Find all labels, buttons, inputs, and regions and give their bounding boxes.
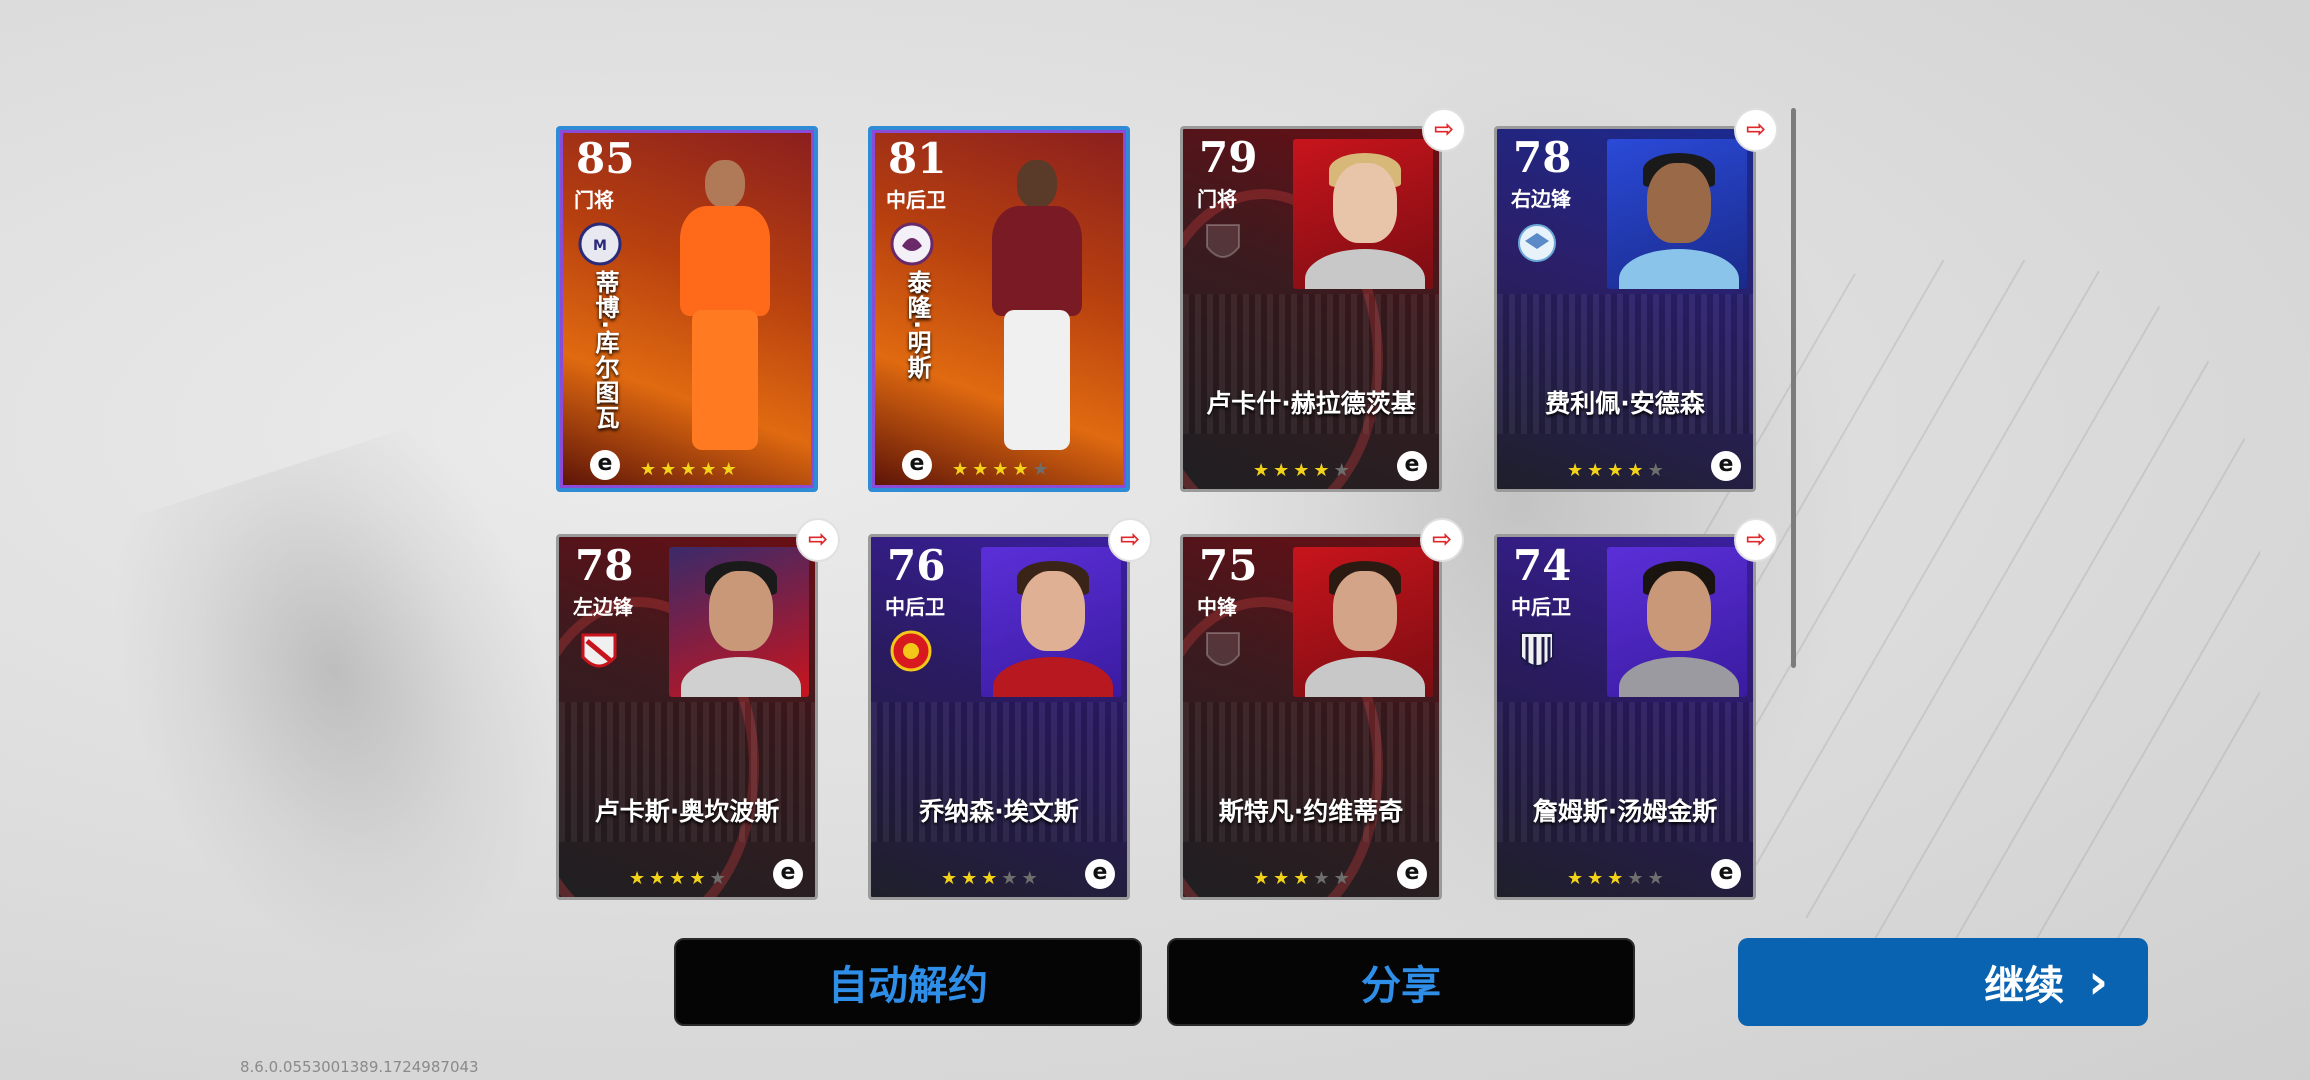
release-contract-icon[interactable]: ⇨ [796, 518, 840, 562]
efootball-logo-icon: e [1397, 451, 1427, 481]
player-rating: 79 [1199, 133, 1258, 182]
player-card-evans[interactable]: 76 中后卫 乔纳森·埃文斯 ★★★★★ e [868, 534, 1130, 900]
player-photo [962, 150, 1112, 480]
efootball-logo-icon: e [902, 450, 932, 480]
player-card-ocampos[interactable]: 78 左边锋 卢卡斯·奥坎波斯 ★★★★★ e [556, 534, 818, 900]
player-name: 詹姆斯·汤姆金斯 [1532, 797, 1718, 826]
player-stars: ★★★★★ [1253, 460, 1354, 481]
player-photo [1293, 547, 1433, 697]
auto-release-label: 自动解约 [828, 963, 988, 1009]
player-card-anderson[interactable]: 78 右边锋 费利佩·安德森 ★★★★★ e [1494, 126, 1756, 492]
player-stars: ★★★★★ [1567, 868, 1668, 889]
player-stars: ★★★★★ [1253, 868, 1354, 889]
club-badge-placeholder-icon [1206, 224, 1240, 258]
player-rating: 74 [1513, 541, 1572, 590]
player-rating: 85 [576, 134, 635, 183]
player-position: 中锋 [1197, 595, 1237, 619]
efootball-logo-icon: e [590, 450, 620, 480]
player-position: 左边锋 [573, 595, 633, 619]
club-badge-icon [1518, 224, 1556, 262]
player-rating: 78 [575, 541, 634, 590]
club-badge-placeholder-icon [1206, 632, 1240, 666]
player-rating: 81 [888, 134, 947, 183]
player-name: 泰隆·明斯 [903, 270, 931, 381]
share-button[interactable]: 分享 [1167, 938, 1635, 1026]
player-stars: ★★★★★ [640, 459, 741, 480]
player-position: 门将 [574, 188, 614, 212]
background-stadium-lines [1700, 260, 2260, 960]
player-stars: ★★★★★ [941, 868, 1042, 889]
player-stars: ★★★★★ [952, 459, 1053, 480]
club-badge-icon [890, 630, 932, 672]
player-photo [669, 547, 809, 697]
efootball-logo-icon: e [1085, 859, 1115, 889]
version-text: 8.6.0.0553001389.1724987043 [240, 1058, 479, 1076]
player-stars: ★★★★★ [1567, 460, 1668, 481]
release-contract-icon[interactable]: ⇨ [1734, 518, 1778, 562]
club-badge-icon [1520, 632, 1554, 669]
player-rating: 75 [1199, 541, 1258, 590]
release-contract-icon[interactable]: ⇨ [1422, 108, 1466, 152]
player-card-courtois[interactable]: 85 门将 M 蒂博·库尔图瓦 e ★★★★★ [556, 126, 818, 492]
player-card-jovetic[interactable]: 75 中锋 斯特凡·约维蒂奇 ★★★★★ e [1180, 534, 1442, 900]
player-photo [1607, 547, 1747, 697]
player-position: 右边锋 [1511, 187, 1571, 211]
share-label: 分享 [1361, 963, 1441, 1009]
player-stars: ★★★★★ [629, 868, 730, 889]
player-name: 乔纳森·埃文斯 [919, 797, 1079, 826]
player-photo [981, 547, 1121, 697]
player-name: 斯特凡·约维蒂奇 [1218, 797, 1404, 826]
player-position: 中后卫 [885, 595, 945, 619]
player-name: 卢卡斯·奥坎波斯 [594, 797, 780, 826]
svg-text:M: M [593, 238, 607, 254]
release-contract-icon[interactable]: ⇨ [1420, 518, 1464, 562]
player-name: 费利佩·安德森 [1545, 389, 1705, 418]
club-badge-icon [890, 222, 934, 266]
player-photo [650, 150, 800, 480]
club-badge-icon: M [578, 222, 622, 266]
auto-release-button[interactable]: 自动解约 [674, 938, 1142, 1026]
efootball-logo-icon: e [1711, 451, 1741, 481]
release-contract-icon[interactable]: ⇨ [1734, 108, 1778, 152]
player-position: 中后卫 [1511, 595, 1571, 619]
player-card-tomkins[interactable]: 74 中后卫 詹姆斯·汤姆金斯 ★★★★★ e [1494, 534, 1756, 900]
player-card-hradecky[interactable]: 79 门将 卢卡什·赫拉德茨基 ★★★★★ e [1180, 126, 1442, 492]
player-photo [1293, 139, 1433, 289]
player-position: 中后卫 [886, 188, 946, 212]
player-position: 门将 [1197, 187, 1237, 211]
player-card-mings[interactable]: 81 中后卫 泰隆·明斯 e ★★★★★ [868, 126, 1130, 492]
continue-label: 继续 [1984, 963, 2065, 1009]
club-badge-icon [581, 633, 617, 668]
efootball-logo-icon: e [1397, 859, 1427, 889]
background-brush-figure [69, 407, 631, 1033]
chevron-right-icon: › [2088, 954, 2108, 1010]
player-name: 蒂博·库尔图瓦 [591, 270, 619, 431]
card-list-scrollbar[interactable] [1791, 108, 1796, 668]
player-rating: 78 [1513, 133, 1572, 182]
efootball-logo-icon: e [773, 859, 803, 889]
release-contract-icon[interactable]: ⇨ [1108, 518, 1152, 562]
player-photo [1607, 139, 1747, 289]
continue-button[interactable]: 继续 › [1738, 938, 2148, 1026]
efootball-logo-icon: e [1711, 859, 1741, 889]
player-rating: 76 [887, 541, 946, 590]
player-name: 卢卡什·赫拉德茨基 [1206, 389, 1416, 418]
